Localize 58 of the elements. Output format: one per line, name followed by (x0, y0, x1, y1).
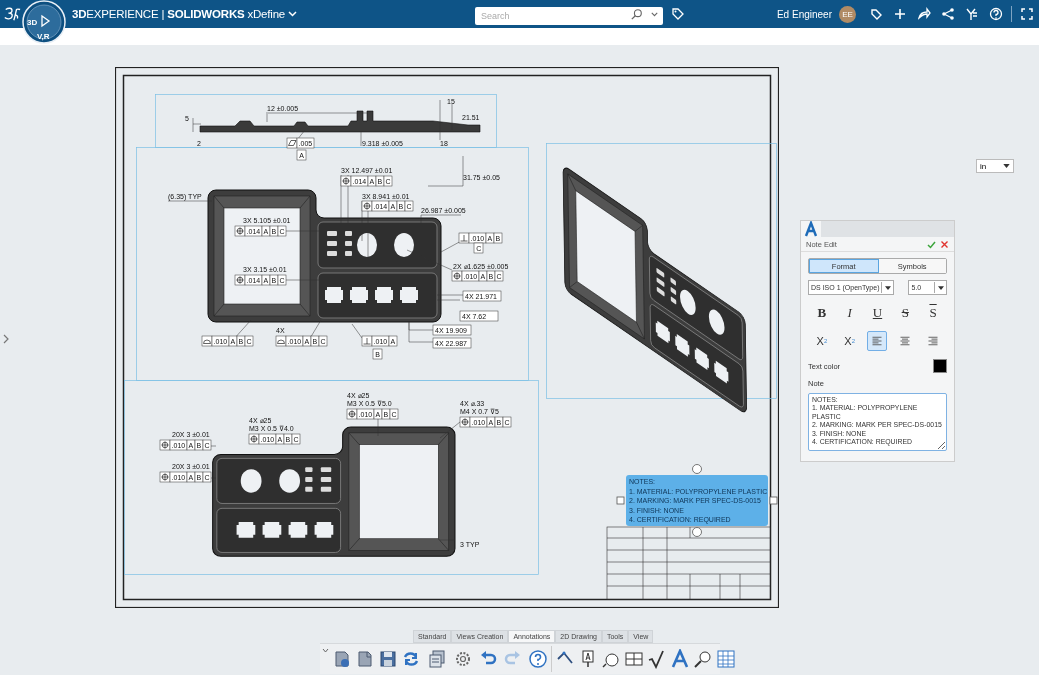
strike-button[interactable]: S (895, 303, 916, 323)
align-left-icon (871, 335, 884, 347)
compass-tool-icon[interactable] (965, 7, 979, 21)
resize-handle[interactable] (692, 464, 702, 474)
search-icon[interactable] (631, 8, 644, 20)
letter-a-icon[interactable] (801, 221, 821, 237)
view-frame[interactable] (546, 143, 777, 399)
letter-a-icon[interactable] (670, 649, 690, 669)
leader-line (192, 117, 202, 133)
underline-button[interactable]: U (867, 303, 888, 323)
unit-dropdown[interactable]: in (976, 159, 1014, 173)
bold-button[interactable]: B (811, 303, 832, 323)
caret-icon[interactable] (885, 285, 891, 290)
script-button[interactable]: X$^{2}$ (811, 331, 832, 351)
caret-icon[interactable] (937, 285, 944, 290)
align-left-button[interactable] (867, 331, 888, 351)
check-icon[interactable] (927, 239, 936, 249)
magnifier-icon[interactable] (693, 649, 713, 669)
tag-icon[interactable] (869, 7, 883, 21)
plus-icon[interactable] (893, 7, 907, 21)
caret-icon[interactable] (1003, 164, 1010, 168)
share-icon[interactable] (917, 7, 931, 21)
network-icon[interactable] (941, 7, 955, 21)
align-center-icon (899, 335, 912, 347)
leader-line (427, 155, 464, 187)
leader-line (439, 421, 461, 439)
leader-line (360, 131, 362, 147)
align-right-icon (927, 335, 940, 347)
tag-icon[interactable] (671, 7, 686, 21)
view-frame[interactable] (136, 147, 529, 381)
refresh-icon[interactable] (401, 649, 421, 669)
leader-line (351, 323, 363, 339)
color-swatch[interactable] (933, 359, 947, 373)
close-icon[interactable] (940, 239, 949, 249)
view-frame[interactable] (155, 94, 497, 148)
root-symbol-icon[interactable] (647, 649, 667, 669)
resize-handle[interactable] (692, 527, 702, 537)
document-folded-icon[interactable] (355, 649, 375, 669)
view-frame[interactable] (124, 380, 539, 575)
fullscreen-icon[interactable] (1020, 7, 1034, 21)
leader-line (436, 294, 464, 296)
app-title[interactable]: 3DEXPERIENCE | SOLIDWORKS xDefine (72, 8, 298, 20)
overline-button[interactable]: S (923, 303, 944, 323)
resize-handle[interactable] (769, 496, 778, 505)
chevron-down-icon[interactable] (288, 11, 298, 17)
leader-line (439, 99, 441, 141)
resize-handle[interactable] (616, 496, 625, 505)
settings-icon[interactable] (453, 649, 473, 669)
save-icon[interactable] (378, 649, 398, 669)
search-field[interactable]: Search (475, 7, 664, 25)
documents-icon[interactable] (427, 649, 447, 669)
user-name[interactable]: Ed Engineer (776, 8, 832, 20)
help-icon[interactable] (528, 649, 548, 669)
chevron-right-icon[interactable] (3, 334, 10, 344)
logo-icon[interactable] (3, 5, 21, 23)
italic-button[interactable]: I (839, 303, 860, 323)
document-gear-icon[interactable] (332, 649, 352, 669)
leader-line (436, 299, 461, 301)
